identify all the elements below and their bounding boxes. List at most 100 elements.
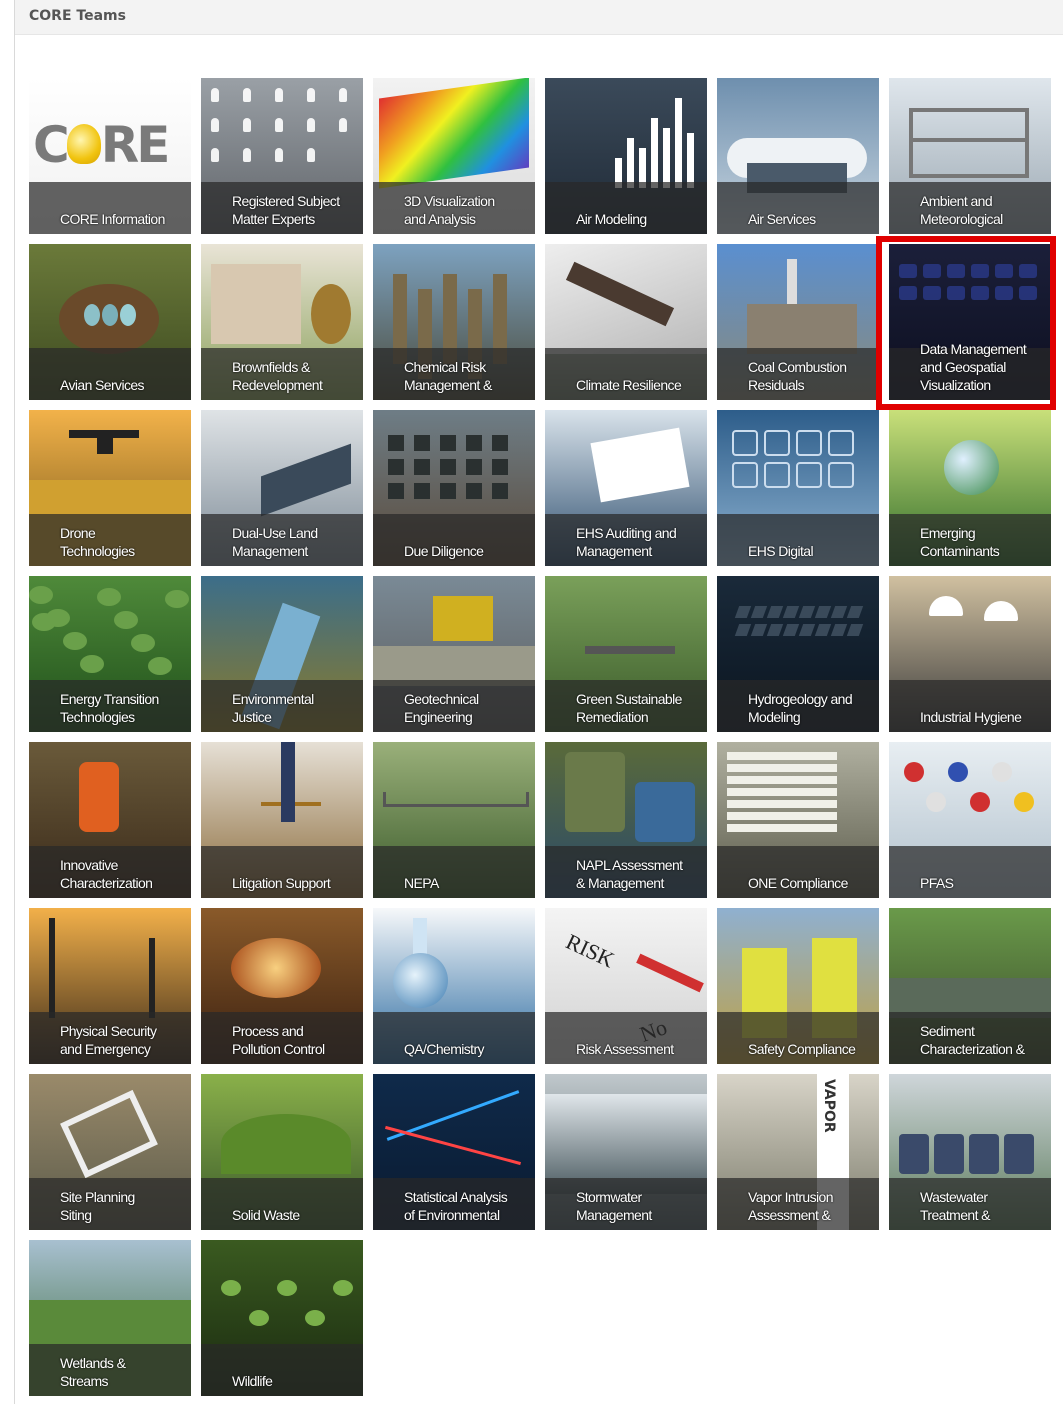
tile-geotechnical-engineering[interactable]: Geotechnical Engineering xyxy=(373,576,535,732)
tile-napl-assessment-and-management[interactable]: NAPL Assessment & Management xyxy=(545,742,707,898)
tile-environmental-justice[interactable]: Environmental Justice xyxy=(201,576,363,732)
tile-caption: Geotechnical Engineering xyxy=(373,680,535,732)
tile-registered-subject-matter-experts[interactable]: Registered Subject Matter Experts xyxy=(201,78,363,234)
paper-stack xyxy=(727,764,837,772)
tile-label: Drone Technologies xyxy=(60,525,135,559)
tile-risk-assessment[interactable]: RISKNoRisk Assessment xyxy=(545,908,707,1064)
person-figure-icon xyxy=(275,88,283,102)
tile-process-and-pollution-control[interactable]: Process and Pollution Control xyxy=(201,908,363,1064)
tile-label: Avian Services xyxy=(60,377,145,393)
tile-wetlands-and-streams[interactable]: Wetlands & Streams xyxy=(29,1240,191,1396)
tile-caption: EHS Auditing and Management xyxy=(545,514,707,566)
tile-caption: NAPL Assessment & Management xyxy=(545,846,707,898)
leaf-shape xyxy=(29,586,53,604)
tile-ehs-auditing-and-management[interactable]: EHS Auditing and Management xyxy=(545,410,707,566)
tile-label: Geotechnical Engineering xyxy=(404,691,479,725)
tile-hydrogeology-and-modeling[interactable]: Hydrogeology and Modeling xyxy=(717,576,879,732)
atom-icon xyxy=(1014,792,1034,812)
tile-caption: Wetlands & Streams xyxy=(29,1344,191,1396)
tile-litigation-support[interactable]: Litigation Support xyxy=(201,742,363,898)
tile-sediment-characterization-and[interactable]: Sediment Characterization & xyxy=(889,908,1051,1064)
tile-green-sustainable-remediation[interactable]: Green Sustainable Remediation xyxy=(545,576,707,732)
tile-safety-compliance[interactable]: Safety Compliance xyxy=(717,908,879,1064)
tile-drone-technologies[interactable]: Drone Technologies xyxy=(29,410,191,566)
tile-air-modeling[interactable]: Air Modeling xyxy=(545,78,707,234)
person-figure-icon xyxy=(307,88,315,102)
keyboard-key xyxy=(766,606,784,618)
tile-air-services[interactable]: Air Services xyxy=(717,78,879,234)
person-figure-icon xyxy=(211,88,219,102)
leaf-shape xyxy=(148,657,172,675)
tile-ambient-and-meteorological[interactable]: Ambient and Meteorological xyxy=(889,78,1051,234)
tile-innovative-characterization[interactable]: Innovative Characterization xyxy=(29,742,191,898)
tile-3d-visualization-and-analysis[interactable]: 3D Visualization and Analysis xyxy=(373,78,535,234)
flask-body xyxy=(393,953,448,1008)
tile-data-management-and-geospatial-visualization[interactable]: Data Management and Geospatial Visualiza… xyxy=(889,244,1051,400)
keyboard-key xyxy=(923,286,941,300)
tile-vapor-intrusion-assessment-and[interactable]: VAPOR Vapor Intrusion Assessment & xyxy=(717,1074,879,1230)
tile-caption: Ambient and Meteorological xyxy=(889,182,1051,234)
paper-stack xyxy=(727,788,837,796)
vapor-text: VAPOR xyxy=(821,1079,837,1133)
left-border xyxy=(14,0,15,1404)
tile-physical-security-and-emergency[interactable]: Physical Security and Emergency xyxy=(29,908,191,1064)
tile-label: Litigation Support xyxy=(232,875,331,891)
tile-wastewater-treatment-and[interactable]: Wastewater Treatment & xyxy=(889,1074,1051,1230)
person-figure-icon xyxy=(339,88,347,102)
tile-label: Solid Waste xyxy=(232,1207,300,1223)
tile-caption: ONE Compliance xyxy=(717,846,879,898)
tile-wildlife[interactable]: Wildlife xyxy=(201,1240,363,1396)
keyboard-key xyxy=(830,606,848,618)
tile-site-planning-siting[interactable]: Site Planning Siting xyxy=(29,1074,191,1230)
tile-statistical-analysis-of-environmental[interactable]: Statistical Analysis of Environmental xyxy=(373,1074,535,1230)
tile-avian-services[interactable]: Avian Services xyxy=(29,244,191,400)
tile-nepa[interactable]: NEPA xyxy=(373,742,535,898)
tile-chemical-risk-management-and[interactable]: Chemical Risk Management & xyxy=(373,244,535,400)
tile-caption: Brownfields & Redevelopment xyxy=(201,348,363,400)
tile-label: Physical Security and Emergency xyxy=(60,1023,157,1057)
tile-label: Process and Pollution Control xyxy=(232,1023,325,1057)
tile-industrial-hygiene[interactable]: Industrial Hygiene xyxy=(889,576,1051,732)
window-shape xyxy=(414,483,430,499)
app-icon xyxy=(796,462,822,488)
window-shape xyxy=(440,459,456,475)
tile-label: Coal Combustion Residuals xyxy=(748,359,847,393)
tile-caption: Process and Pollution Control xyxy=(201,1012,363,1064)
tile-brownfields-and-redevelopment[interactable]: Brownfields & Redevelopment xyxy=(201,244,363,400)
tile-qa-chemistry[interactable]: QA/Chemistry xyxy=(373,908,535,1064)
person-figure-icon xyxy=(211,148,219,162)
window-shape xyxy=(466,483,482,499)
tile-pfas[interactable]: PFAS xyxy=(889,742,1051,898)
leaf-shape xyxy=(131,634,155,652)
tile-energy-transition-technologies[interactable]: Energy Transition Technologies xyxy=(29,576,191,732)
core-logo: C RE xyxy=(33,116,170,174)
tile-one-compliance[interactable]: ONE Compliance xyxy=(717,742,879,898)
tile-coal-combustion-residuals[interactable]: Coal Combustion Residuals xyxy=(717,244,879,400)
tile-dual-use-land-management[interactable]: Dual-Use Land Management xyxy=(201,410,363,566)
paper-stack xyxy=(727,812,837,820)
tile-caption: EHS Digital xyxy=(717,514,879,566)
tile-solid-waste[interactable]: Solid Waste xyxy=(201,1074,363,1230)
window-shape xyxy=(388,459,404,475)
window-shape xyxy=(440,483,456,499)
keyboard-key xyxy=(971,286,989,300)
tile-label: Ambient and Meteorological xyxy=(920,193,1003,227)
tile-due-diligence[interactable]: Due Diligence xyxy=(373,410,535,566)
tile-stormwater-management[interactable]: Stormwater Management xyxy=(545,1074,707,1230)
tile-emerging-contaminants[interactable]: Emerging Contaminants xyxy=(889,410,1051,566)
tile-label: Data Management and Geospatial Visualiza… xyxy=(920,341,1027,393)
tile-caption: Emerging Contaminants xyxy=(889,514,1051,566)
tile-core-information[interactable]: C RE CORE Information xyxy=(29,78,191,234)
tile-caption: Avian Services xyxy=(29,348,191,400)
tile-ehs-digital[interactable]: EHS Digital xyxy=(717,410,879,566)
plant-building xyxy=(747,304,857,354)
keyboard-key xyxy=(734,606,752,618)
keyboard-key xyxy=(1019,286,1037,300)
page-title: CORE Teams xyxy=(29,8,126,24)
tile-caption: Chemical Risk Management & xyxy=(373,348,535,400)
steel-frame xyxy=(909,108,1029,178)
app-icon xyxy=(764,430,790,456)
window-shape xyxy=(440,435,456,451)
tile-climate-resilience[interactable]: Climate Resilience xyxy=(545,244,707,400)
pylon-shape xyxy=(149,938,155,1018)
